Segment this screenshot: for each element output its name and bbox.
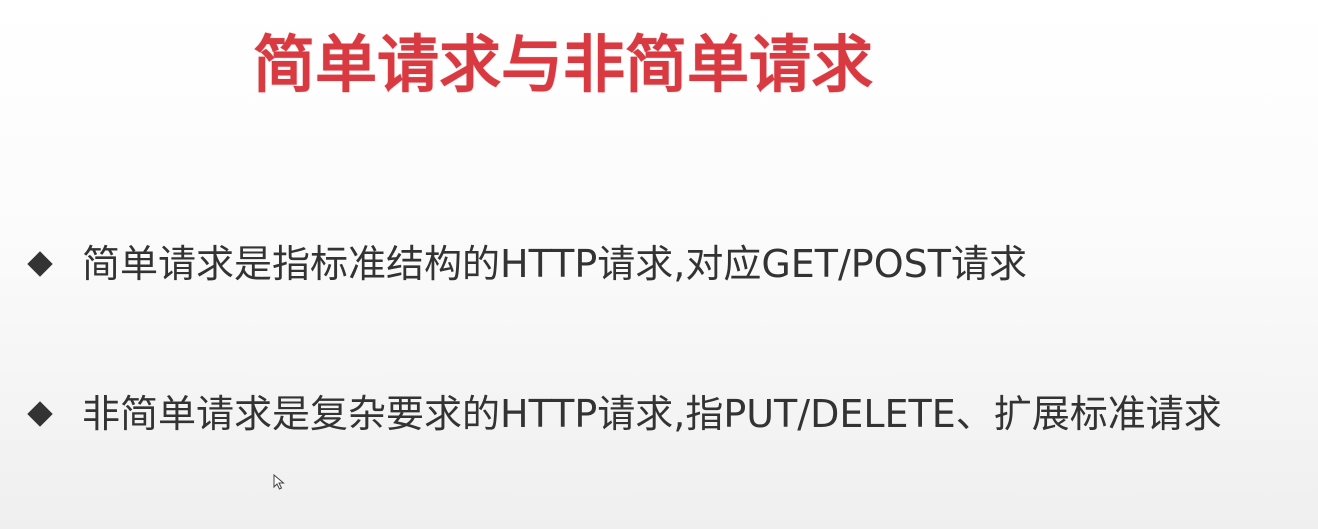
presentation-slide: 简单请求与非简单请求 简单请求是指标准结构的HTTP请求,对应GET/POST请… [0,0,1318,529]
bullet-text: 简单请求是指标准结构的HTTP请求,对应GET/POST请求 [82,242,1027,286]
bullet-item: 非简单请求是复杂要求的HTTP请求,指PUT/DELETE、扩展标准请求 [28,384,1222,444]
bullet-text: 非简单请求是复杂要求的HTTP请求,指PUT/DELETE、扩展标准请求 [82,392,1222,436]
diamond-icon [28,252,52,276]
slide-title: 简单请求与非简单请求 [253,28,874,101]
bullet-item: 简单请求是指标准结构的HTTP请求,对应GET/POST请求 [28,234,1027,294]
mouse-cursor-icon [273,474,285,490]
diamond-icon [28,402,52,426]
